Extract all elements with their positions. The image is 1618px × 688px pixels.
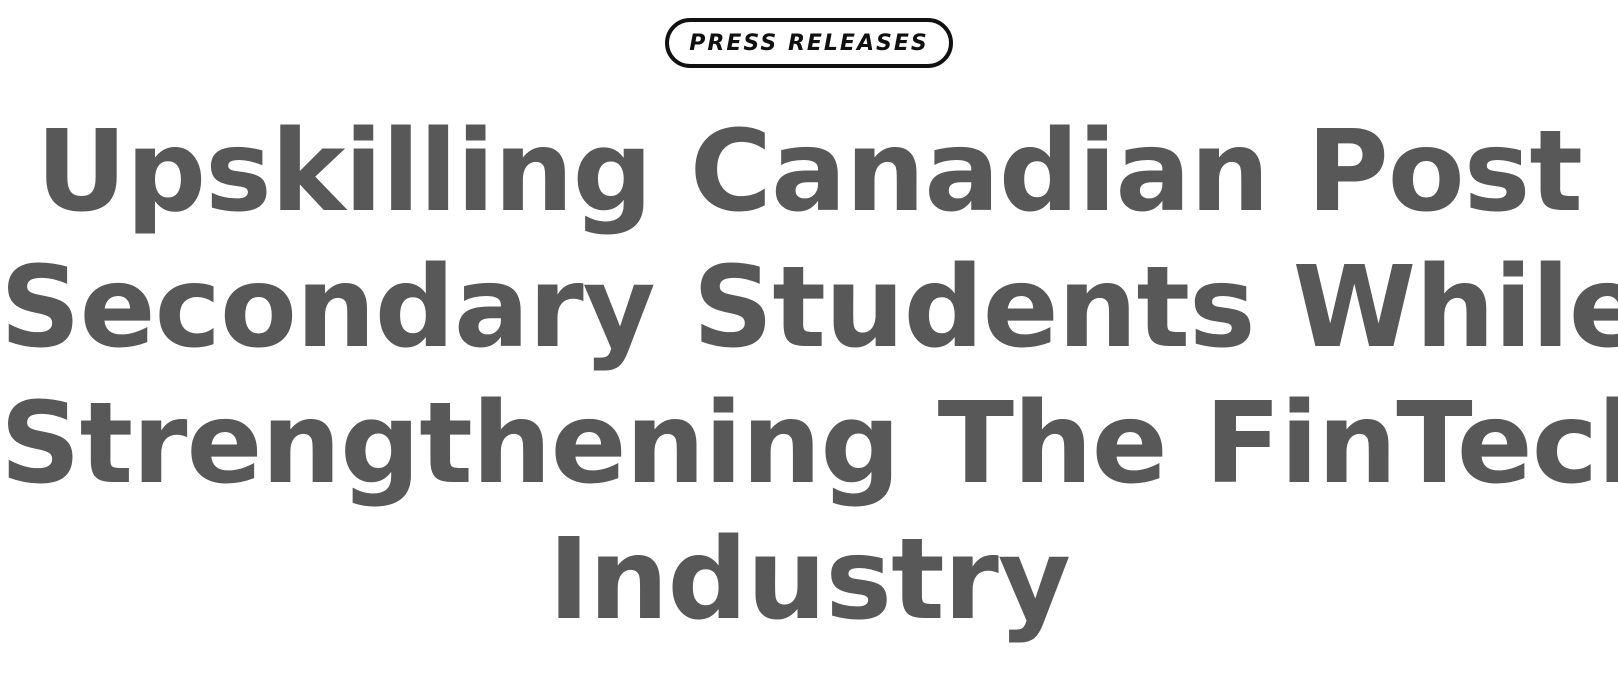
article-title-line: Strengthening The FinTech (0, 379, 1618, 509)
category-tag-label: PRESS RELEASES (689, 30, 929, 56)
article-title-line: Secondary Students While (0, 243, 1618, 373)
article-title-line: Industry (548, 515, 1071, 645)
article-title-line: Upskilling Canadian Post (36, 107, 1583, 237)
category-tag-press-releases[interactable]: PRESS RELEASES (665, 18, 953, 68)
article-title: Upskilling Canadian Post Secondary Stude… (0, 104, 1618, 648)
article-header: PRESS RELEASES Upskilling Canadian Post … (0, 0, 1618, 688)
